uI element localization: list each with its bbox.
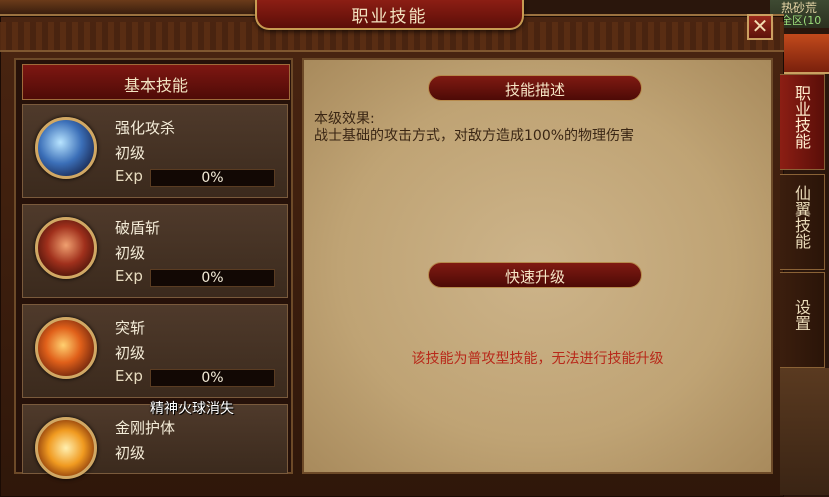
tab-settings[interactable]: 设置 <box>780 272 825 368</box>
quick-upgrade-header-label: 快速升级 <box>504 268 565 286</box>
close-button[interactable]: ✕ <box>747 14 773 40</box>
tab-label: 仙翼技能 <box>792 185 811 249</box>
quick-upgrade-header: 快速升级 <box>428 262 642 288</box>
skill-name: 强化攻杀 <box>115 119 176 137</box>
tab-banner-emblem <box>784 34 829 74</box>
skill-list-header: 基本技能 <box>22 64 290 100</box>
tab-career-skills[interactable]: 职业技能 <box>780 74 825 170</box>
tab-wing-skills[interactable]: 仙翼技能 <box>780 174 825 270</box>
skill-exp-bar: 0% <box>150 369 275 387</box>
skill-level: 初级 <box>115 444 146 462</box>
skill-level: 初级 <box>115 244 146 262</box>
title-plaque: 职业技能 <box>255 0 524 30</box>
background-zone-label: 全区(10 <box>781 14 822 27</box>
tab-label: 设置 <box>792 299 811 331</box>
skill-item-1[interactable]: 强化攻杀 初级 Exp 0% <box>22 104 288 198</box>
background-strip <box>0 0 260 14</box>
skill-level: 初级 <box>115 344 146 362</box>
description-header: 技能描述 <box>428 75 642 101</box>
skill-exp-bar: 0% <box>150 269 275 287</box>
skill-exp-label: Exp <box>115 367 143 385</box>
dash-strike-icon <box>35 317 97 379</box>
skill-exp-value: 0% <box>201 370 224 386</box>
skill-name: 突斩 <box>115 319 146 337</box>
close-icon: ✕ <box>751 14 769 38</box>
skill-item-3[interactable]: 突斩 初级 Exp 0% <box>22 304 288 398</box>
sword-slash-icon <box>35 117 97 179</box>
upgrade-warning: 该技能为普攻型技能，无法进行技能升级 <box>411 351 664 367</box>
diamond-guard-icon <box>35 417 97 479</box>
effect-description: 战士基础的攻击方式，对敌方造成100%的物理伤害 <box>314 128 635 144</box>
skill-exp-value: 0% <box>201 270 224 286</box>
skill-exp-value: 0% <box>201 170 224 186</box>
skill-exp-bar: 0% <box>150 169 275 187</box>
floating-status-message: 精神火球消失 <box>150 401 234 417</box>
skill-level: 初级 <box>115 144 146 162</box>
skill-exp-label: Exp <box>115 167 143 185</box>
side-decoration <box>780 368 829 495</box>
skill-name: 破盾斩 <box>115 219 161 237</box>
description-header-label: 技能描述 <box>504 81 565 99</box>
skill-exp-label: Exp <box>115 267 143 285</box>
tab-label: 职业技能 <box>792 85 811 149</box>
window-title: 职业技能 <box>351 7 428 27</box>
skill-item-2[interactable]: 破盾斩 初级 Exp 0% <box>22 204 288 298</box>
shield-break-icon <box>35 217 97 279</box>
skill-list-header-label: 基本技能 <box>123 76 188 95</box>
skill-name: 金刚护体 <box>115 419 176 437</box>
